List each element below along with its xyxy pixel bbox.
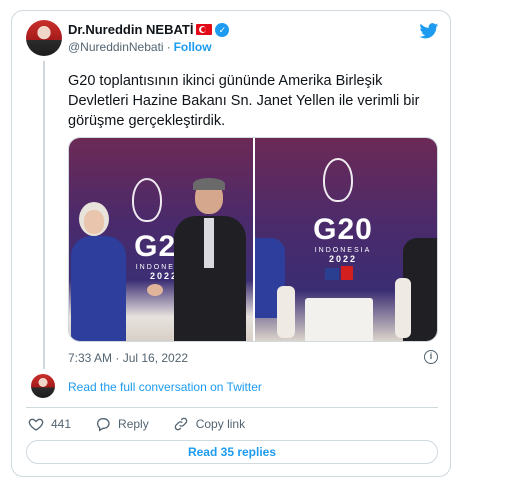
heart-icon bbox=[28, 418, 44, 431]
author-display-name[interactable]: Dr.Nureddin NEBATİ bbox=[68, 22, 193, 37]
g20-logo-year: 2022 bbox=[328, 254, 358, 264]
follow-link[interactable]: Follow bbox=[174, 40, 212, 54]
tweet-timestamp[interactable]: 7:33 AM · Jul 16, 2022 bbox=[68, 351, 188, 365]
tweet-photo-left[interactable]: G20 INDONESIA 2022 bbox=[69, 138, 253, 341]
person-left-body bbox=[71, 236, 126, 341]
verified-badge-icon: ✓ bbox=[215, 22, 230, 37]
tweet-actions: 441 Reply Copy link bbox=[28, 416, 269, 432]
handle-separator: · bbox=[166, 40, 171, 54]
copy-link-label: Copy link bbox=[195, 417, 246, 431]
side-table bbox=[305, 298, 373, 341]
twitter-bird-icon[interactable] bbox=[419, 23, 439, 39]
reply-button[interactable]: Reply bbox=[95, 416, 149, 432]
info-icon[interactable]: i bbox=[424, 350, 438, 364]
chair-right bbox=[395, 278, 411, 338]
g20-logo-main: G20 bbox=[313, 213, 373, 246]
tweet-text: G20 toplantısının ikinci gününde Amerika… bbox=[68, 73, 420, 129]
us-flag bbox=[325, 268, 339, 280]
person-right-hair bbox=[193, 178, 225, 190]
person-left-face bbox=[84, 210, 104, 234]
author-handle[interactable]: @NureddinNebati bbox=[68, 40, 164, 54]
reply-icon bbox=[97, 418, 110, 432]
like-count: 441 bbox=[51, 417, 72, 431]
author-name-row[interactable]: Dr.Nureddin NEBATİ ✓ bbox=[68, 22, 230, 37]
turkey-flag-icon bbox=[196, 24, 213, 35]
read-replies-button[interactable]: Read 35 replies bbox=[26, 440, 438, 464]
divider bbox=[26, 407, 438, 408]
link-icon bbox=[174, 417, 188, 431]
like-button[interactable]: 441 bbox=[28, 416, 71, 432]
turkey-flag-desk bbox=[341, 266, 353, 280]
reply-label: Reply bbox=[118, 417, 149, 431]
read-full-conversation-link[interactable]: Read the full conversation on Twitter bbox=[68, 380, 262, 394]
g20-emblem-icon bbox=[132, 178, 162, 222]
thread-line bbox=[43, 61, 45, 369]
g20-logo-sub: INDONESIA bbox=[314, 247, 372, 254]
handshake bbox=[147, 284, 163, 296]
author-avatar[interactable] bbox=[26, 20, 62, 56]
tweet-media[interactable]: G20 INDONESIA 2022 G20 INDONESIA 2022 bbox=[68, 137, 438, 342]
tweet-photo-right[interactable]: G20 INDONESIA 2022 bbox=[255, 138, 437, 341]
g20-emblem-icon bbox=[323, 158, 353, 202]
chair-left bbox=[277, 286, 295, 338]
author-handle-row: @NureddinNebati · Follow bbox=[68, 40, 212, 54]
conversation-avatar bbox=[31, 374, 55, 398]
embedded-tweet-card: Dr.Nureddin NEBATİ ✓ @NureddinNebati · F… bbox=[11, 10, 451, 477]
g20-logo-right: G20 INDONESIA 2022 bbox=[298, 213, 388, 264]
person-right-shirt bbox=[204, 218, 214, 268]
copy-link-button[interactable]: Copy link bbox=[173, 416, 245, 432]
